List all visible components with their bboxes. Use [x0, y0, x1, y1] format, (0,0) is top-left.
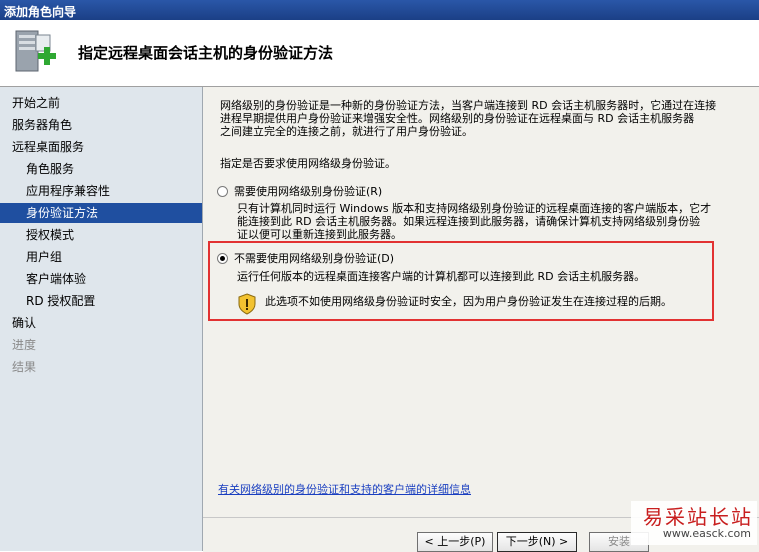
require-nla-radio[interactable] — [217, 186, 228, 197]
sidebar-item[interactable]: 客户端体验 — [0, 269, 202, 289]
server-add-icon — [15, 30, 56, 72]
intro-text: 网络级别的身份验证是一种新的身份验证方法，当客户端连接到 RD 会话主机服务器时… — [220, 99, 755, 138]
sidebar-item[interactable]: 授权模式 — [0, 225, 202, 245]
intro-line: 进程早期提供用户身份验证来增强安全性。网络级别的身份验证在远程桌面与 RD 会话… — [220, 112, 695, 125]
sidebar-item[interactable]: 确认 — [0, 313, 202, 333]
watermark: 易采站长站 www.easck.com — [631, 501, 757, 545]
watermark-title: 易采站长站 — [643, 505, 753, 529]
intro-line: 网络级别的身份验证是一种新的身份验证方法，当客户端连接到 RD 会话主机服务器时… — [220, 99, 717, 112]
watermark-url: www.easck.com — [662, 527, 751, 540]
wizard-step-list: 开始之前 服务器角色 远程桌面服务 角色服务 应用程序兼容性 身份验证方法 授权模式 用户组客… — [0, 87, 203, 551]
window-title: 添加角色向导 — [4, 5, 77, 19]
back-button[interactable]: < 上一步(P) — [417, 532, 493, 552]
sidebar-item[interactable]: 角色服务 — [0, 159, 202, 179]
nla-help-link[interactable]: 有关网络级别的身份验证和支持的客户端的详细信息 — [218, 481, 471, 497]
sidebar-item[interactable]: 远程桌面服务 — [0, 137, 202, 157]
page-title: 指定远程桌面会话主机的身份验证方法 — [78, 44, 334, 62]
window-title-bar: 添加角色向导 — [0, 0, 759, 20]
sidebar-item[interactable]: 应用程序兼容性 — [0, 181, 202, 201]
highlight-frame — [208, 241, 714, 321]
intro-line: 之间建立完全的连接之前，就进行了用户身份验证。 — [220, 125, 473, 138]
sidebar-item: 进度 — [12, 338, 37, 352]
sidebar-item: 结果 — [12, 360, 37, 374]
require-nla-label[interactable]: 需要使用网络级别身份验证(R) — [234, 185, 754, 198]
require-nla-description: 只有计算机同时运行 Windows 版本和支持网络级别身份验证的远程桌面连接的客… — [237, 202, 757, 241]
desc-line: 证以便可以重新连接到此服务器。 — [237, 228, 402, 241]
question-text: 指定是否要求使用网络级身份验证。 — [220, 157, 396, 170]
sidebar-item[interactable]: 服务器角色 — [0, 115, 202, 135]
wizard-header: 指定远程桌面会话主机的身份验证方法 — [0, 20, 759, 87]
desc-line: 能连接到此 RD 会话主机服务器。如果远程连接到此服务器，请确保计算机支持网络级… — [237, 215, 701, 228]
sidebar-item[interactable]: 身份验证方法 — [0, 203, 202, 223]
sidebar-item[interactable]: 用户组 — [0, 247, 202, 267]
desc-line: 只有计算机同时运行 Windows 版本和支持网络级别身份验证的远程桌面连接的客… — [237, 202, 712, 215]
sidebar-item[interactable]: RD 授权配置 — [0, 291, 202, 311]
next-button[interactable]: 下一步(N) > — [497, 532, 577, 552]
sidebar-item[interactable]: 开始之前 — [0, 93, 202, 113]
